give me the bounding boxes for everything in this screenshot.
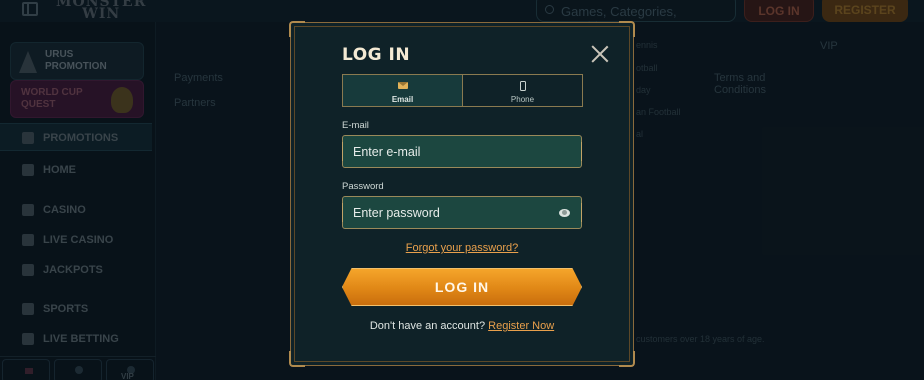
password-label: Password [342, 181, 384, 192]
password-field[interactable] [343, 197, 581, 228]
phone-icon [519, 81, 526, 91]
frame-corner [619, 351, 635, 367]
frame-corner [289, 351, 305, 367]
tab-email-label: Email [391, 95, 414, 104]
login-submit-button[interactable]: LOG IN [342, 268, 582, 306]
forgot-password-link[interactable]: Forgot your password? [291, 242, 633, 254]
email-field[interactable] [343, 136, 581, 167]
tab-phone-label: Phone [510, 95, 535, 104]
modal-title: LOG IN [342, 45, 411, 65]
frame-corner [619, 21, 635, 37]
register-now-link[interactable]: Register Now [488, 320, 554, 332]
tab-email[interactable]: Email [343, 75, 463, 106]
tab-phone[interactable]: Phone [463, 75, 582, 106]
login-modal: LOG IN Email Phone E-mail Password Forgo… [289, 21, 635, 367]
envelope-icon [397, 82, 408, 89]
no-account-text: Don't have an account? [369, 320, 486, 332]
frame-corner [289, 21, 305, 37]
email-field-wrapper [342, 135, 582, 168]
password-field-wrapper [342, 196, 582, 229]
login-method-tabs: Email Phone [342, 74, 583, 107]
show-password-eye-icon[interactable] [559, 209, 570, 217]
email-label: E-mail [342, 120, 369, 131]
close-icon[interactable] [591, 45, 609, 63]
signup-prompt: Don't have an account? Register Now [291, 320, 633, 332]
